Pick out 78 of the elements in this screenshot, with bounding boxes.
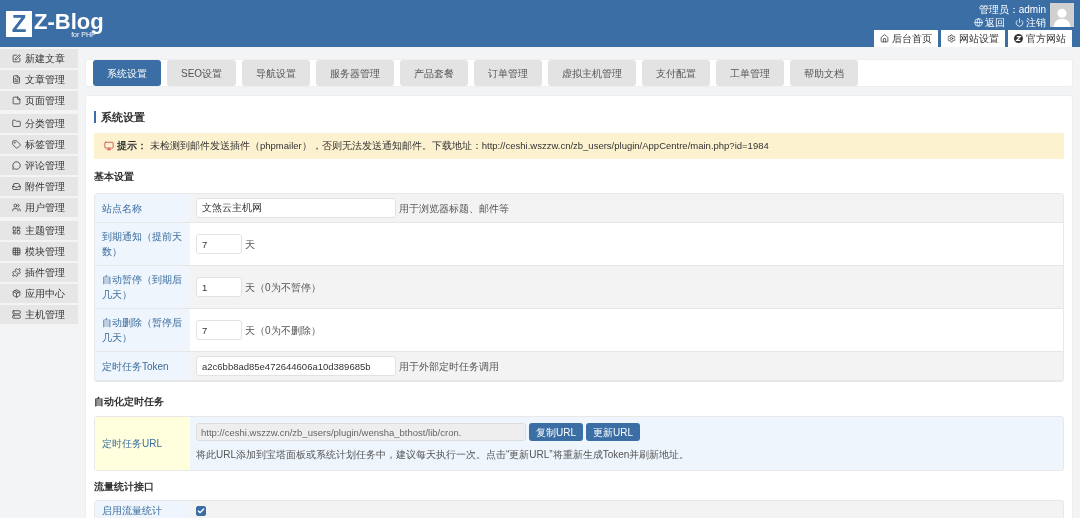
globe-icon [974, 18, 983, 27]
sidebar-item[interactable]: 评论管理 [0, 156, 78, 175]
settings-icon [947, 34, 956, 43]
sidebar-item[interactable]: 用户管理 [0, 198, 78, 217]
tray-icon [12, 182, 21, 191]
label-cell: 自动删除（暂停后几天） [95, 309, 190, 351]
tab[interactable]: 系统设置 [93, 60, 161, 86]
url-field[interactable]: http://ceshi.wszzw.cn/zb_users/plugin/wensha_bthost/lib/cron. [196, 423, 526, 441]
label-cell: 启用流量统计 [95, 501, 190, 518]
input-field[interactable]: 7 [196, 320, 242, 340]
header-tab[interactable]: 网站设置 [941, 30, 1005, 47]
cron-note: 将此URL添加到宝塔面板或系统计划任务中，建议每天执行一次。点击“更新URL”将重新生成Token并刷新地址。 [196, 448, 690, 462]
sidebar-item[interactable]: 插件管理 [0, 263, 78, 282]
label-cell: 定时任务Token [95, 352, 190, 380]
sidebar-item[interactable]: 新建文章 [0, 49, 78, 68]
sidebar-item[interactable]: 应用中心 [0, 284, 78, 303]
url-button[interactable]: 复制URL [529, 423, 583, 441]
power-icon [1015, 18, 1024, 27]
logo-text: Z-Blog [34, 10, 104, 33]
users-icon [12, 203, 21, 212]
notice-text: 未检测到邮件发送插件（phpmailer），否则无法发送通知邮件。下载地址：http://ceshi.wszzw.cn/zb_users/plugin/AppCentre/main.php?id=1984 [150, 138, 769, 153]
header-link[interactable]: 注销 [1015, 16, 1046, 29]
label-cell: 站点名称 [95, 194, 190, 222]
page-title: 系统设置 [101, 109, 145, 125]
tab[interactable]: 虚拟主机管理 [548, 60, 637, 86]
admin-label: 管理员：admin [978, 3, 1046, 16]
tab[interactable]: 服务器管理 [316, 60, 395, 86]
input-field[interactable]: 文煞云主机网 [196, 198, 396, 218]
sidebar-item[interactable]: 标签管理 [0, 135, 78, 154]
logo-mark: Z [6, 11, 32, 37]
tab[interactable]: 帮助文档 [790, 60, 859, 86]
home-icon [880, 34, 889, 43]
folder-icon [12, 119, 21, 128]
field-hint: 天（0为不暂停） [245, 280, 321, 295]
header-tab[interactable]: 后台首页 [874, 30, 938, 47]
sidebar-item[interactable]: 主机管理 [0, 305, 78, 324]
header-link[interactable]: 返回 [974, 16, 1005, 29]
tab[interactable]: 产品套餐 [400, 60, 469, 86]
tag-icon [12, 140, 21, 149]
logo-icon [1014, 34, 1023, 43]
sidebar-item[interactable]: 分类管理 [0, 114, 78, 133]
speech-bubble-icon [12, 161, 21, 170]
field-hint: 天（0为不删除） [245, 323, 321, 338]
note-icon [12, 96, 21, 105]
url-button[interactable]: 更新URL [586, 423, 641, 441]
grid-icon [12, 247, 21, 256]
monitor-icon [104, 141, 114, 151]
notice-label: 提示： [117, 138, 147, 153]
field-hint: 天 [245, 237, 255, 252]
label-cell: 到期通知（提前天数） [95, 223, 190, 265]
tab[interactable]: 工单管理 [716, 60, 785, 86]
avatar-icon [1050, 3, 1074, 27]
sidebar-item[interactable]: 附件管理 [0, 177, 78, 196]
package-icon [12, 289, 21, 298]
tab[interactable]: 支付配置 [642, 60, 711, 86]
puzzle-icon [12, 268, 21, 277]
checkbox[interactable] [196, 506, 206, 516]
input-field[interactable]: a2c6bb8ad85e472644606a10d389685b [196, 356, 396, 376]
section-title: 基本设置 [94, 170, 135, 184]
sidebar-item[interactable]: 文章管理 [0, 70, 78, 89]
server-icon [12, 310, 21, 319]
label-cell: 定时任务URL [95, 417, 190, 470]
header-tab[interactable]: 官方网站 [1008, 30, 1072, 47]
tab[interactable]: 订单管理 [474, 60, 543, 86]
section-title: 流量统计接口 [94, 480, 155, 494]
sidebar-item[interactable]: 模块管理 [0, 242, 78, 261]
pencil-square-icon [12, 54, 21, 63]
sidebar-item[interactable]: 主题管理 [0, 221, 78, 240]
label-cell: 自动暂停（到期后几天） [95, 266, 190, 308]
tab[interactable]: SEO设置 [167, 60, 237, 86]
field-hint: 用于外部定时任务调用 [399, 359, 499, 374]
document-icon [12, 75, 21, 84]
input-field[interactable]: 1 [196, 277, 242, 297]
section-title: 自动化定时任务 [94, 395, 165, 409]
field-hint: 用于浏览器标题、邮件等 [399, 201, 509, 216]
tab[interactable]: 导航设置 [242, 60, 311, 86]
sidebar-item[interactable]: 页面管理 [0, 91, 78, 110]
input-field[interactable]: 7 [196, 234, 242, 254]
